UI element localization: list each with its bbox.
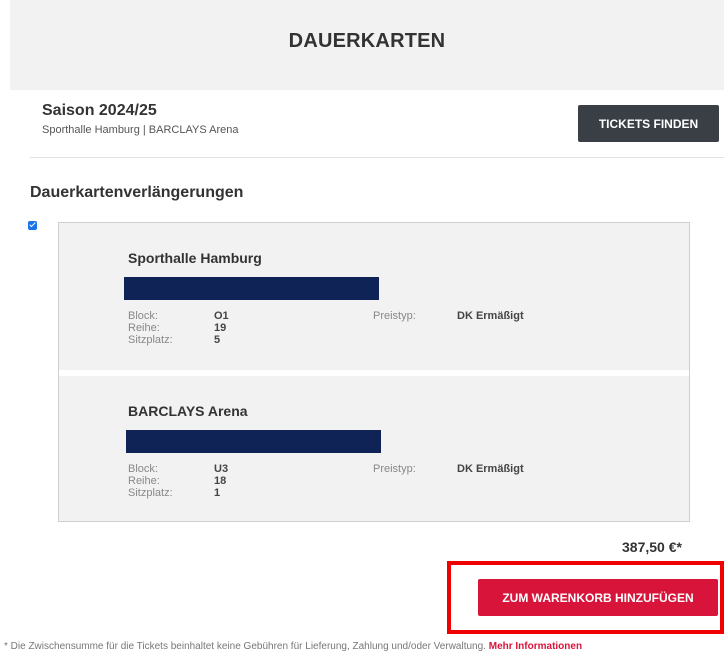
footnote-text: * Die Zwischensumme für die Tickets bein… <box>4 641 486 652</box>
more-info-link[interactable]: Mehr Informationen <box>489 641 582 652</box>
redacted-bar <box>126 430 381 453</box>
season-title: Saison 2024/25 <box>42 102 157 119</box>
venue-name: Sporthalle Hamburg <box>128 250 262 266</box>
seat-value: 5 <box>214 334 221 346</box>
row-value: 19 <box>214 322 227 334</box>
row-value: 18 <box>214 475 227 487</box>
total-price: 387,50 €* <box>622 539 682 555</box>
block-label: Block: <box>128 463 158 475</box>
row-label: Reihe: <box>128 322 160 334</box>
price-type-value: DK Ermäßigt <box>457 463 524 475</box>
price-type-value: DK Ermäßigt <box>457 310 524 322</box>
renewals-panel: Sporthalle Hamburg Block: O1 Reihe: 19 S… <box>58 222 690 522</box>
season-venues: Sporthalle Hamburg | BARCLAYS Arena <box>42 124 239 136</box>
footnote: * Die Zwischensumme für die Tickets bein… <box>4 641 582 652</box>
price-type-label: Preistyp: <box>373 310 416 322</box>
renewal-item: BARCLAYS Arena Block: U3 Reihe: 18 Sitzp… <box>59 376 689 521</box>
renewals-heading: Dauerkartenverlängerungen <box>30 184 244 201</box>
renewal-item: Sporthalle Hamburg Block: O1 Reihe: 19 S… <box>59 223 689 368</box>
divider <box>30 157 724 158</box>
redacted-bar <box>124 277 379 300</box>
seat-label: Sitzplatz: <box>128 487 173 499</box>
venue-name: BARCLAYS Arena <box>128 403 248 419</box>
price-type-label: Preistyp: <box>373 463 416 475</box>
seat-label: Sitzplatz: <box>128 334 173 346</box>
row-label: Reihe: <box>128 475 160 487</box>
check-icon <box>29 220 36 228</box>
add-to-cart-button[interactable]: ZUM WARENKORB HINZUFÜGEN <box>478 579 718 616</box>
seat-value: 1 <box>214 487 221 499</box>
block-label: Block: <box>128 310 158 322</box>
page-header: DAUERKARTEN <box>10 0 724 90</box>
page-title: DAUERKARTEN <box>288 30 446 52</box>
find-tickets-button[interactable]: TICKETS FINDEN <box>578 105 719 142</box>
block-value: U3 <box>214 463 229 475</box>
renewal-checkbox[interactable] <box>28 220 37 230</box>
block-value: O1 <box>214 310 229 322</box>
